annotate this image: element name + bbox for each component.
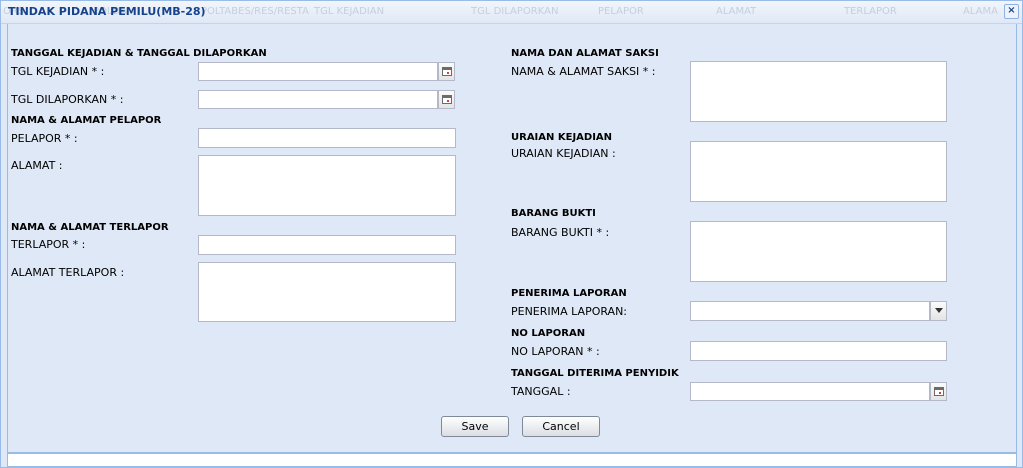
tgl-kejadian-label: TGL KEJADIAN * : [11,65,105,78]
alamat-label: ALAMAT : [11,159,63,172]
section-uraian: URAIAN KEJADIAN [511,132,613,143]
calendar-icon [442,67,452,76]
alamat-field[interactable] [198,155,456,216]
ghost-column: TGL DILAPORKAN [471,6,559,17]
uraian-label: URAIAN KEJADIAN : [511,147,616,160]
calendar-icon [934,387,944,396]
form-window: ORS POLDA POLTABES/RES/RESTA TGL KEJADIA… [0,0,1023,468]
pelapor-label: PELAPOR * : [11,132,78,145]
tgl-kejadian-date-trigger[interactable] [438,62,455,81]
ghost-column: POLTABES/RES/RESTA [201,6,309,17]
tanggal-date-trigger[interactable] [930,382,947,401]
ghost-column: TERLAPOR [844,6,897,17]
section-tanggal-kejadian: TANGGAL KEJADIAN & TANGGAL DILAPORKAN [11,48,267,59]
cancel-button[interactable]: Cancel [522,416,600,437]
alamat-terlapor-label: ALAMAT TERLAPOR : [11,266,125,279]
chevron-down-icon [935,308,943,313]
section-pelapor: NAMA & ALAMAT PELAPOR [11,115,162,126]
tgl-dilaporkan-label: TGL DILAPORKAN * : [11,93,124,106]
window-title: TINDAK PIDANA PEMILU(MB-28) [8,5,206,18]
section-saksi: NAMA DAN ALAMAT SAKSI [511,48,659,59]
terlapor-field[interactable] [198,235,456,255]
form-panel: TANGGAL KEJADIAN & TANGGAL DILAPORKAN TG… [7,24,1017,453]
section-tanggal-diterima: TANGGAL DITERIMA PENYIDIK [511,368,679,379]
terlapor-label: TERLAPOR * : [11,238,86,251]
tgl-kejadian-field[interactable] [198,62,438,81]
calendar-icon [442,95,452,104]
window-footer [7,453,1017,467]
alamat-terlapor-field[interactable] [198,262,456,322]
penerima-dropdown-trigger[interactable] [930,301,947,321]
tgl-dilaporkan-date-trigger[interactable] [438,90,455,109]
section-bukti: BARANG BUKTI [511,208,596,219]
saksi-field[interactable] [690,61,947,122]
tanggal-field[interactable] [690,382,930,401]
penerima-select[interactable] [690,301,930,321]
save-button[interactable]: Save [441,416,509,437]
ghost-column: ALAMAT [716,6,757,17]
no-laporan-label: NO LAPORAN * : [511,345,600,358]
close-icon[interactable]: × [1004,4,1019,19]
uraian-field[interactable] [690,141,947,202]
window-header[interactable]: ORS POLDA POLTABES/RES/RESTA TGL KEJADIA… [1,1,1022,24]
ghost-column: PELAPOR [598,6,644,17]
tgl-dilaporkan-field[interactable] [198,90,438,109]
section-penerima: PENERIMA LAPORAN [511,288,627,299]
no-laporan-field[interactable] [690,341,947,361]
bukti-label: BARANG BUKTI * : [511,226,610,239]
penerima-label: PENERIMA LAPORAN: [511,305,628,318]
section-terlapor: NAMA & ALAMAT TERLAPOR [11,222,169,233]
ghost-column: TGL KEJADIAN [314,6,385,17]
pelapor-field[interactable] [198,128,456,148]
tanggal-label: TANGGAL : [511,385,571,398]
section-no-laporan: NO LAPORAN [511,328,586,339]
saksi-label: NAMA & ALAMAT SAKSI * : [511,65,656,78]
ghost-column: ALAMA [963,6,998,17]
bukti-field[interactable] [690,221,947,282]
